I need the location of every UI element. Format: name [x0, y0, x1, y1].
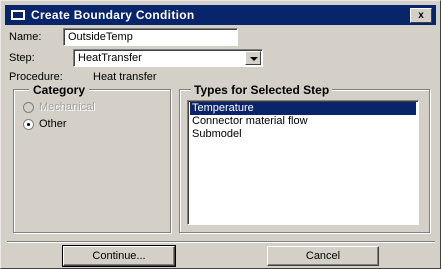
- step-value: HeatTransfer: [78, 52, 142, 64]
- radio-button-other[interactable]: [23, 119, 34, 130]
- dialog-title: Create Boundary Condition: [31, 8, 195, 22]
- chevron-down-icon[interactable]: [245, 51, 261, 65]
- radio-button-mechanical: [23, 102, 34, 113]
- category-title: Category: [29, 83, 90, 97]
- list-item-temperature[interactable]: Temperature: [190, 102, 416, 115]
- divider: [7, 241, 435, 243]
- continue-button[interactable]: Continue...: [62, 245, 176, 267]
- close-button[interactable]: x: [410, 8, 432, 23]
- step-label: Step:: [9, 52, 35, 64]
- list-item-submodel[interactable]: Submodel: [190, 128, 416, 141]
- types-title: Types for Selected Step: [191, 83, 333, 97]
- radio-label-other[interactable]: Other: [39, 118, 67, 130]
- cancel-button[interactable]: Cancel: [267, 246, 379, 266]
- procedure-label: Procedure:: [9, 71, 63, 83]
- procedure-value: Heat transfer: [93, 71, 157, 83]
- create-boundary-condition-dialog: Create Boundary Condition x Name: Outsid…: [0, 0, 441, 269]
- window-icon: [11, 10, 25, 20]
- name-field[interactable]: OutsideTemp: [63, 28, 238, 46]
- step-dropdown[interactable]: HeatTransfer: [73, 49, 263, 67]
- types-list[interactable]: Temperature Connector material flow Subm…: [187, 100, 419, 225]
- name-label: Name:: [9, 31, 42, 43]
- radio-label-mechanical: Mechanical: [39, 101, 95, 113]
- title-bar[interactable]: Create Boundary Condition x: [5, 5, 436, 25]
- list-item-connector-material-flow[interactable]: Connector material flow: [190, 115, 416, 128]
